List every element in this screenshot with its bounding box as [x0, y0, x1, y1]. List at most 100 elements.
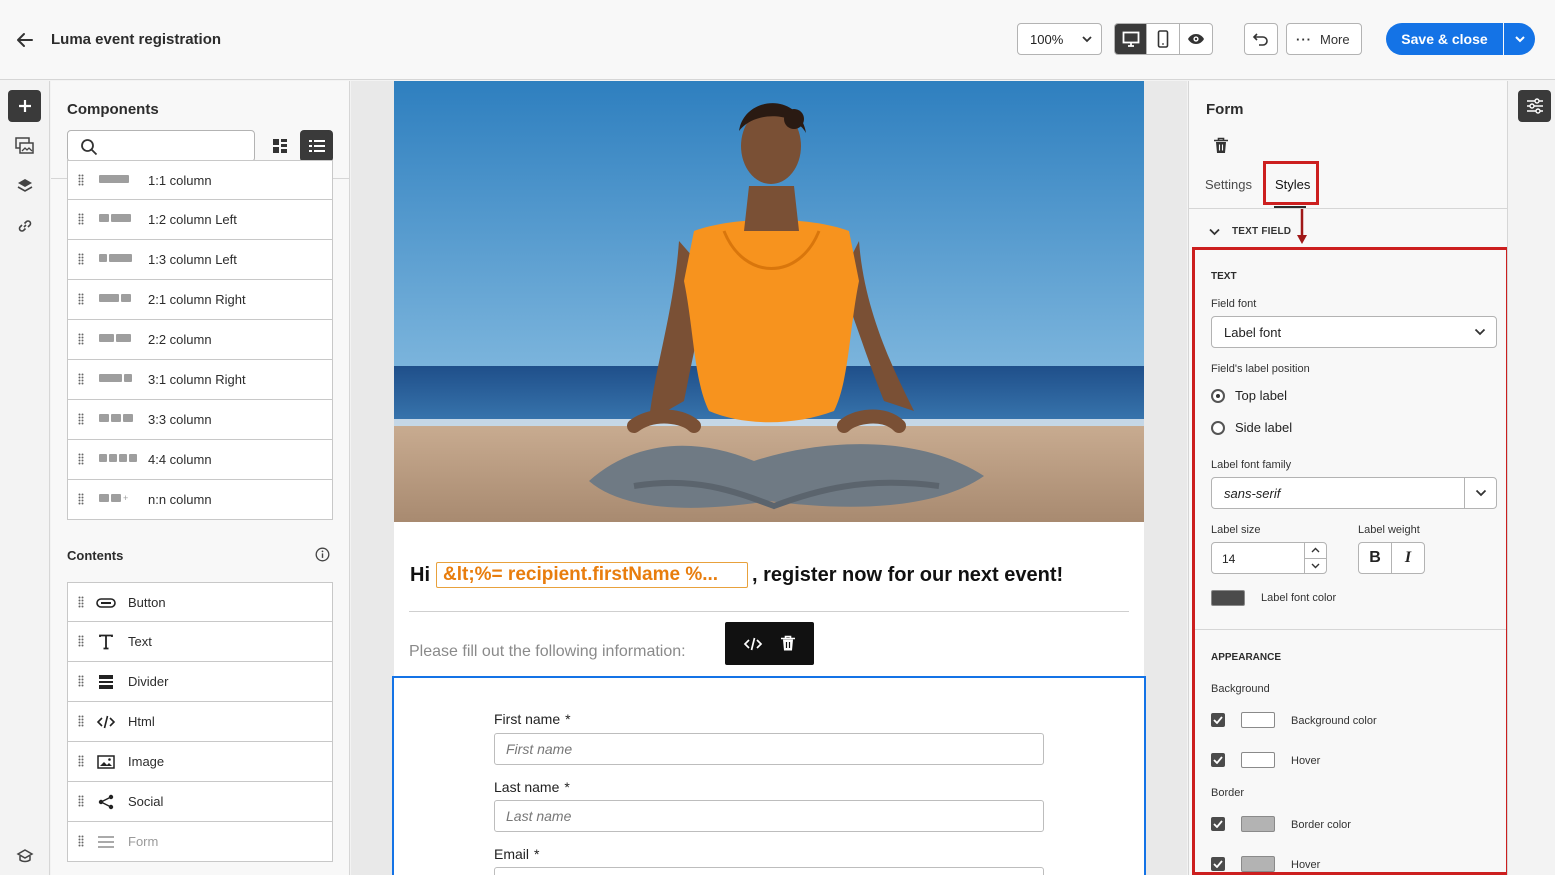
tab-settings[interactable]: Settings: [1205, 177, 1252, 192]
grid-icon: [273, 139, 287, 153]
personalization-token[interactable]: &lt;%= recipient.firstName %...: [436, 562, 748, 588]
drag-handle-icon[interactable]: [78, 675, 84, 687]
delete-icon[interactable]: [780, 635, 796, 652]
border-color-swatch[interactable]: [1241, 816, 1275, 832]
drag-handle-icon[interactable]: [78, 373, 84, 385]
structure-item[interactable]: 1:1 column: [67, 160, 333, 200]
zoom-value: 100%: [1030, 32, 1064, 47]
preview-button[interactable]: [1180, 24, 1212, 54]
hero-image[interactable]: [394, 81, 1144, 522]
drag-handle-icon[interactable]: [78, 795, 84, 807]
background-hover-swatch[interactable]: [1241, 752, 1275, 768]
top-label-radio[interactable]: Top label: [1211, 388, 1287, 403]
structure-item[interactable]: 2:2 column: [67, 320, 333, 360]
content-item-html[interactable]: Html: [67, 702, 333, 742]
chevron-down-icon: [1209, 228, 1220, 235]
more-icon: ···: [1296, 31, 1312, 47]
links-button[interactable]: [8, 210, 41, 242]
text-icon: [96, 633, 116, 651]
italic-button[interactable]: I: [1392, 543, 1424, 573]
undo-button[interactable]: [1244, 23, 1278, 55]
structure-item[interactable]: + n:n column: [67, 480, 333, 520]
checkmark-icon: [1213, 756, 1223, 764]
decrement-button[interactable]: [1305, 559, 1326, 574]
form-block[interactable]: First name * First name Last name * Last n…: [392, 676, 1146, 875]
drag-handle-icon[interactable]: [78, 596, 84, 608]
properties-button[interactable]: [1518, 90, 1551, 122]
drag-handle-icon[interactable]: [78, 453, 84, 465]
structure-item[interactable]: 1:3 column Left: [67, 240, 333, 280]
grid-view-button[interactable]: [265, 130, 295, 162]
add-components-button[interactable]: [8, 90, 41, 122]
drag-handle-icon[interactable]: [78, 213, 84, 225]
label-size-value: 14: [1222, 552, 1236, 566]
trash-icon[interactable]: [1213, 137, 1231, 155]
first-name-input[interactable]: First name: [494, 733, 1044, 765]
structure-item[interactable]: 3:3 column: [67, 400, 333, 440]
back-arrow-icon[interactable]: [12, 27, 38, 53]
drag-handle-icon[interactable]: [78, 635, 84, 647]
border-hover-swatch[interactable]: [1241, 856, 1275, 872]
appearance-heading: APPEARANCE: [1211, 652, 1282, 663]
content-item-button[interactable]: Button: [67, 582, 333, 622]
info-icon[interactable]: [315, 547, 330, 562]
column-layout-icon: [99, 454, 137, 464]
code-icon[interactable]: [743, 636, 763, 652]
label-font-color-swatch[interactable]: [1211, 590, 1245, 606]
background-color-checkbox[interactable]: [1211, 713, 1225, 727]
components-search-input[interactable]: [67, 130, 255, 162]
mobile-icon: [1157, 30, 1169, 48]
content-item-image[interactable]: Image: [67, 742, 333, 782]
drag-handle-icon[interactable]: [78, 413, 84, 425]
drag-handle-icon[interactable]: [78, 253, 84, 265]
drag-handle-icon[interactable]: [78, 835, 84, 847]
text-field-section-toggle[interactable]: TEXT FIELD: [1209, 226, 1291, 237]
save-close-button[interactable]: Save & close: [1386, 23, 1503, 55]
content-item-divider[interactable]: Divider: [67, 662, 333, 702]
border-color-checkbox[interactable]: [1211, 817, 1225, 831]
email-input[interactable]: [494, 867, 1044, 875]
side-label-radio[interactable]: Side label: [1211, 420, 1292, 435]
drag-handle-icon[interactable]: [78, 333, 84, 345]
structure-item[interactable]: 2:1 column Right: [67, 280, 333, 320]
background-hover-checkbox[interactable]: [1211, 753, 1225, 767]
column-layout-icon: +: [99, 494, 129, 504]
structure-item[interactable]: 4:4 column: [67, 440, 333, 480]
save-options-button[interactable]: [1504, 23, 1535, 55]
last-name-input[interactable]: Last name: [494, 800, 1044, 832]
field-font-select[interactable]: Label font: [1211, 316, 1497, 348]
content-item-social[interactable]: Social: [67, 782, 333, 822]
desktop-icon: [1122, 31, 1140, 47]
drag-handle-icon[interactable]: [78, 755, 84, 767]
content-item-text[interactable]: Text: [67, 622, 333, 662]
drag-handle-icon[interactable]: [78, 174, 84, 186]
border-hover-checkbox[interactable]: [1211, 857, 1225, 871]
mobile-view-button[interactable]: [1147, 24, 1180, 54]
email-headline[interactable]: Hi &lt;%= recipient.firstName %... , reg…: [410, 562, 1063, 588]
label-size-stepper[interactable]: 14: [1211, 542, 1327, 574]
assets-button[interactable]: [8, 130, 41, 162]
more-button[interactable]: ··· More: [1286, 23, 1362, 55]
side-label-text: Side label: [1235, 420, 1293, 435]
content-item-form[interactable]: Form: [67, 822, 333, 862]
zoom-select[interactable]: 100%: [1017, 23, 1102, 55]
font-family-dropdown-button[interactable]: [1465, 478, 1496, 508]
increment-button[interactable]: [1305, 543, 1326, 559]
content-label: Html: [128, 714, 155, 729]
label-font-family-value[interactable]: sans-serif: [1212, 478, 1465, 508]
list-view-button[interactable]: [300, 130, 333, 162]
form-settings-panel: Form Settings Styles TEXT FIELD TEXT Fie…: [1188, 81, 1508, 875]
structure-item[interactable]: 1:2 column Left: [67, 200, 333, 240]
drag-handle-icon[interactable]: [78, 293, 84, 305]
layers-button[interactable]: [8, 170, 41, 202]
label-font-family-combobox[interactable]: sans-serif: [1211, 477, 1497, 509]
background-color-swatch[interactable]: [1241, 712, 1275, 728]
checkmark-icon: [1213, 820, 1223, 828]
bold-button[interactable]: B: [1359, 543, 1392, 573]
instructions-text[interactable]: Please fill out the following informatio…: [409, 643, 686, 661]
drag-handle-icon[interactable]: [78, 715, 84, 727]
structure-item[interactable]: 3:1 column Right: [67, 360, 333, 400]
desktop-view-button[interactable]: [1115, 24, 1148, 54]
learn-button[interactable]: [8, 840, 41, 872]
drag-handle-icon[interactable]: [78, 493, 84, 505]
